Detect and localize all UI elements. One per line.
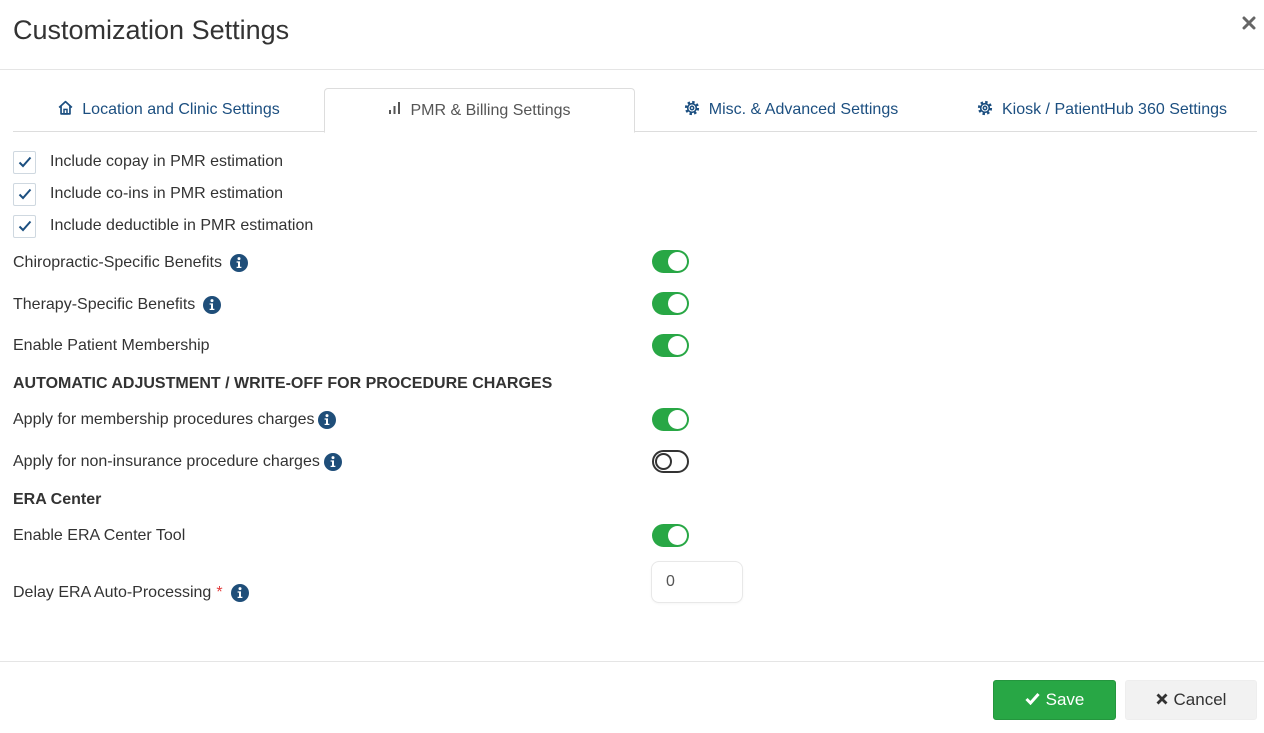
close-icon[interactable] — [1238, 12, 1260, 34]
save-button-label: Save — [1045, 690, 1085, 709]
deductible-checkbox[interactable] — [13, 214, 36, 238]
info-icon[interactable] — [203, 296, 222, 314]
membership-charges-label: Apply for membership procedures charges — [13, 411, 315, 428]
checkbox-row-copay: Include copay in PMR estimation — [13, 150, 283, 174]
copay-checkbox-label: Include copay in PMR estimation — [50, 153, 283, 170]
non-insurance-charges-row: Apply for non-insurance procedure charge… — [13, 450, 342, 474]
therapy-benefits-label: Therapy-Specific Benefits — [13, 296, 196, 313]
delay-era-label: Delay ERA Auto-Processing — [13, 584, 212, 601]
tab-label: Misc. & Advanced Settings — [708, 101, 899, 118]
home-icon — [57, 99, 82, 121]
delay-era-row: Delay ERA Auto-Processing * — [13, 581, 249, 605]
tab-label: PMR & Billing Settings — [410, 101, 571, 119]
tab-location-clinic-settings[interactable]: Location and Clinic Settings — [13, 88, 324, 132]
therapy-benefits-row: Therapy-Specific Benefits — [13, 293, 222, 317]
gear-icon — [976, 99, 1002, 122]
therapy-benefits-toggle[interactable] — [652, 292, 689, 315]
non-insurance-charges-label: Apply for non-insurance procedure charge… — [13, 453, 320, 470]
delay-era-input[interactable] — [651, 561, 743, 603]
tab-label: Location and Clinic Settings — [82, 101, 280, 118]
info-icon[interactable] — [323, 453, 342, 471]
gear-icon — [683, 99, 709, 122]
membership-charges-row: Apply for membership procedures charges — [13, 408, 337, 432]
required-mark: * — [216, 584, 223, 601]
era-tool-label: Enable ERA Center Tool — [13, 527, 186, 544]
coins-checkbox-label: Include co-ins in PMR estimation — [50, 185, 283, 202]
save-button[interactable]: Save — [993, 680, 1116, 720]
era-tool-row: Enable ERA Center Tool — [13, 524, 185, 548]
toggle-knob — [668, 410, 687, 429]
toggle-knob — [668, 252, 687, 271]
info-icon[interactable] — [230, 584, 249, 602]
dialog-header: Customization Settings — [0, 0, 1264, 70]
tab-pmr-billing-settings[interactable]: PMR & Billing Settings — [324, 88, 635, 133]
toggle-knob — [668, 294, 687, 313]
deductible-checkbox-label: Include deductible in PMR estimation — [50, 217, 314, 234]
patient-membership-label: Enable Patient Membership — [13, 337, 210, 354]
patient-membership-toggle[interactable] — [652, 334, 689, 357]
info-icon[interactable] — [318, 411, 337, 429]
tab-misc-advanced-settings[interactable]: Misc. & Advanced Settings — [635, 88, 946, 132]
bar-chart-icon — [388, 101, 410, 120]
coins-checkbox[interactable] — [13, 182, 36, 206]
tab-kiosk-patienthub-settings[interactable]: Kiosk / PatientHub 360 Settings — [946, 88, 1257, 132]
chiropractic-benefits-label: Chiropractic-Specific Benefits — [13, 254, 222, 271]
toggle-knob — [655, 453, 672, 470]
tab-label: Kiosk / PatientHub 360 Settings — [1001, 101, 1228, 118]
chiropractic-benefits-toggle[interactable] — [652, 250, 689, 273]
era-section-heading: ERA Center — [13, 491, 102, 508]
settings-tabs: Location and Clinic Settings PMR & Billi… — [13, 88, 1257, 133]
toggle-knob — [668, 526, 687, 545]
checkbox-row-deductible: Include deductible in PMR estimation — [13, 214, 313, 238]
close-icon — [1156, 690, 1174, 710]
patient-membership-row: Enable Patient Membership — [13, 334, 210, 358]
cancel-button[interactable]: Cancel — [1125, 680, 1257, 720]
era-tool-toggle[interactable] — [652, 524, 689, 547]
checkbox-row-coins: Include co-ins in PMR estimation — [13, 182, 283, 206]
non-insurance-charges-toggle[interactable] — [652, 450, 689, 473]
chiropractic-benefits-row: Chiropractic-Specific Benefits — [13, 251, 248, 275]
toggle-knob — [668, 336, 687, 355]
cancel-button-label: Cancel — [1173, 690, 1227, 709]
copay-checkbox[interactable] — [13, 150, 36, 174]
check-icon — [1025, 690, 1046, 710]
membership-charges-toggle[interactable] — [652, 408, 689, 431]
adjustment-section-heading: AUTOMATIC ADJUSTMENT / WRITE-OFF FOR PRO… — [13, 375, 553, 392]
info-icon[interactable] — [229, 254, 248, 272]
dialog-title: Customization Settings — [13, 15, 290, 45]
